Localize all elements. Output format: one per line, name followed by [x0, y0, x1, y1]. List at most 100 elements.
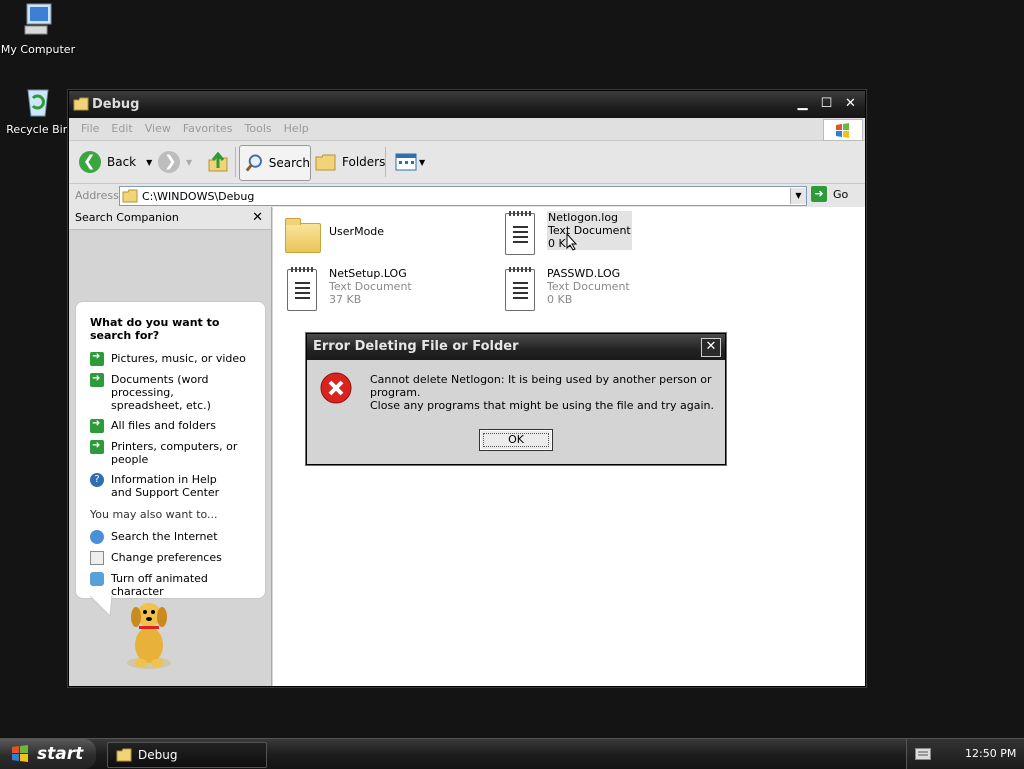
also-option-label: Turn off animated character — [111, 572, 208, 598]
also-option-label: Change preferences — [111, 551, 222, 564]
my-computer-icon — [24, 3, 52, 35]
folders-button[interactable]: Folders — [315, 145, 385, 179]
chevron-down-icon[interactable]: ▼ — [146, 158, 152, 167]
dialog-close-button[interactable]: ✕ — [701, 338, 721, 357]
window-titlebar[interactable]: Debug ▁ ☐ ✕ — [69, 91, 865, 118]
start-button[interactable]: start — [0, 739, 96, 769]
file-name: UserMode — [329, 225, 385, 238]
address-bar: Address C:\WINDOWS\Debug ▼ ➜ Go — [69, 184, 865, 209]
address-value: C:\WINDOWS\Debug — [142, 189, 255, 203]
error-icon — [320, 372, 352, 404]
bubble-tail — [90, 596, 113, 618]
maximize-icon: ☐ — [820, 96, 833, 111]
windows-logo-icon — [823, 119, 863, 141]
keyboard-icon[interactable] — [915, 748, 931, 760]
folders-icon — [315, 154, 336, 171]
up-folder-icon — [208, 151, 228, 172]
search-option-label: Information in Help and Support Center — [111, 473, 220, 499]
search-button[interactable]: Search — [239, 145, 311, 181]
go-label: Go — [833, 187, 849, 201]
folder-icon — [73, 97, 89, 111]
search-option-label: Pictures, music, or video — [111, 352, 246, 365]
desktop-icon-recycle-bin[interactable]: Recycle Bin — [0, 84, 76, 136]
search-option-pictures[interactable]: Pictures, music, or video — [90, 351, 260, 366]
file-item-usermode[interactable]: UserMode — [283, 215, 384, 259]
address-label: Address — [75, 189, 119, 202]
menu-tools[interactable]: Tools — [239, 118, 278, 140]
search-option-printers[interactable]: Printers, computers, or people — [90, 439, 260, 466]
taskbar-item-debug[interactable]: Debug — [107, 742, 267, 768]
search-option-help[interactable]: ? Information in Help and Support Center — [90, 473, 260, 499]
desktop-icon-label: Recycle Bin — [6, 123, 70, 136]
maximize-button[interactable]: ☐ — [817, 96, 836, 113]
file-name: PASSWD.LOG — [547, 267, 621, 280]
dialog-title: Error Deleting File or Folder — [313, 339, 519, 354]
clock[interactable]: 12:50 PM — [965, 747, 1016, 760]
globe-search-icon — [90, 530, 104, 544]
chevron-down-icon[interactable]: ▼ — [186, 158, 192, 167]
search-option-label: All files and folders — [111, 419, 216, 432]
toolbar: ❮ Back ▼ ❯ ▼ Search Folders ▼ — [69, 141, 865, 184]
file-size: 0 KB — [548, 237, 574, 250]
also-option-internet[interactable]: Search the Internet — [90, 530, 260, 544]
help-icon: ? — [90, 473, 104, 487]
forward-button[interactable]: ❯ ▼ — [158, 145, 192, 179]
recycle-bin-icon — [27, 89, 49, 117]
file-type: Text Document — [548, 224, 631, 237]
text-document-icon — [283, 267, 319, 311]
error-dialog: Error Deleting File or Folder ✕ Cannot d… — [306, 333, 726, 465]
file-type: Text Document — [329, 280, 412, 293]
taskbar: start Debug 12:50 PM — [0, 738, 1024, 769]
preferences-icon — [90, 551, 104, 565]
desktop-icon-label: My Computer — [0, 43, 76, 56]
file-item-passwd[interactable]: PASSWD.LOG Text Document 0 KB — [501, 267, 630, 311]
file-name: NetSetup.LOG — [329, 267, 407, 280]
back-arrow-icon: ❮ — [79, 151, 101, 173]
arrow-right-icon — [90, 418, 104, 433]
arrow-right-icon — [90, 351, 104, 366]
menu-file[interactable]: File — [75, 118, 105, 140]
system-tray: 12:50 PM — [906, 739, 1024, 769]
search-option-all-files[interactable]: All files and folders — [90, 418, 260, 433]
address-dropdown-button[interactable]: ▼ — [790, 188, 806, 204]
menu-edit[interactable]: Edit — [105, 118, 138, 140]
views-button[interactable]: ▼ — [395, 145, 425, 179]
toolbar-separator — [385, 147, 386, 177]
file-item-netsetup[interactable]: NetSetup.LOG Text Document 37 KB — [283, 267, 412, 311]
close-icon[interactable]: ✕ — [252, 207, 263, 229]
menu-help[interactable]: Help — [278, 118, 315, 140]
search-label: Search — [268, 156, 310, 170]
search-option-label: Printers, computers, or people — [111, 440, 238, 466]
search-option-label: Documents (word processing, spreadsheet,… — [111, 373, 211, 412]
mouse-cursor-icon — [566, 233, 578, 251]
file-size: 37 KB — [329, 293, 362, 306]
dialog-message: Cannot delete Netlogon: It is being used… — [370, 373, 712, 399]
text-document-icon — [501, 211, 537, 255]
go-arrow-icon: ➜ — [811, 186, 827, 202]
arrow-right-icon — [90, 439, 104, 454]
also-option-preferences[interactable]: Change preferences — [90, 551, 260, 565]
text-document-icon — [501, 267, 537, 311]
close-button[interactable]: ✕ — [841, 96, 860, 113]
up-folder-button[interactable] — [207, 145, 229, 179]
desktop-icon-my-computer[interactable]: My Computer — [0, 2, 76, 56]
toolbar-separator — [235, 147, 236, 177]
address-input[interactable]: C:\WINDOWS\Debug ▼ — [119, 186, 807, 206]
search-option-documents[interactable]: Documents (word processing, spreadsheet,… — [90, 372, 260, 412]
go-button[interactable]: ➜ Go — [811, 186, 848, 202]
menu-favorites[interactable]: Favorites — [177, 118, 239, 140]
also-option-label: Search the Internet — [111, 530, 218, 543]
ok-button[interactable]: OK — [479, 429, 553, 451]
menu-view[interactable]: View — [139, 118, 177, 140]
back-button[interactable]: ❮ Back ▼ — [79, 145, 152, 179]
character-icon — [90, 572, 104, 586]
arrow-right-icon — [90, 372, 104, 387]
search-dog-character[interactable] — [119, 597, 179, 671]
dialog-hint: Close any programs that might be using t… — [370, 399, 715, 412]
minimize-button[interactable]: ▁ — [793, 96, 812, 113]
also-option-character[interactable]: Turn off animated character — [90, 572, 260, 598]
folders-label: Folders — [342, 155, 386, 169]
dialog-titlebar[interactable]: Error Deleting File or Folder ✕ — [307, 334, 725, 360]
folder-icon — [122, 189, 138, 203]
close-icon: ✕ — [705, 339, 717, 354]
